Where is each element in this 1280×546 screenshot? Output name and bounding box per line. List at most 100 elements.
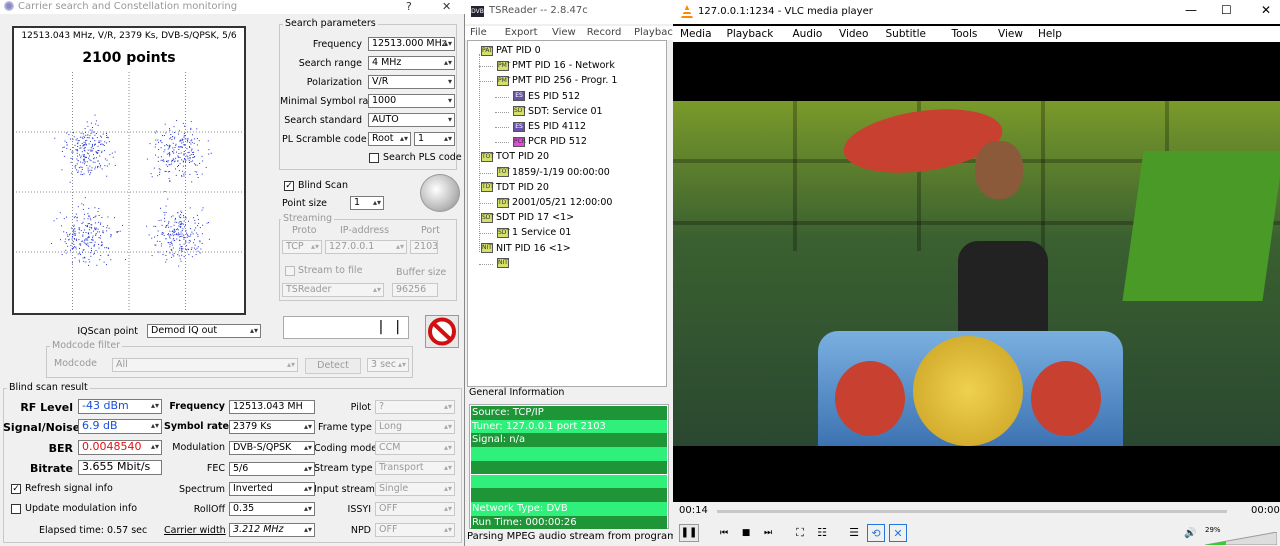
tree-item[interactable]: PMT PMT PID 256 - Progr. 1 <box>497 74 617 88</box>
search-range-label: Search range <box>298 58 362 69</box>
tsreader-menu-record[interactable]: Record <box>587 27 622 38</box>
constellation-point <box>171 243 173 244</box>
carrier-width-value: 3.212 MHz ▴▾ <box>229 523 315 537</box>
input-stream-select[interactable]: Single ▴▾ <box>375 482 455 496</box>
search-standard-select[interactable]: AUTO ▾ <box>368 113 455 127</box>
constellation-point <box>153 167 155 169</box>
proto-select[interactable]: TCP ▴▾ <box>282 240 322 254</box>
constellation-point <box>81 136 83 138</box>
buffer-size-input[interactable]: 96256 <box>392 283 438 297</box>
pl-scramble-value[interactable]: 1 ▴▾ <box>414 132 455 146</box>
tree-item[interactable]: TDT 2001/05/21 12:00:00 <box>497 196 612 210</box>
vlc-menu-subtitle[interactable]: Subtitle <box>886 28 927 40</box>
vlc-menu-view[interactable]: View <box>998 28 1023 40</box>
constellation-point <box>106 264 107 266</box>
tree-item[interactable]: SDT 1 Service 01 <box>497 226 571 240</box>
coding-mode-select[interactable]: CCM ▴▾ <box>375 441 455 455</box>
constellation-point <box>184 158 186 160</box>
tree-item[interactable]: PCR PCR PID 512 <box>513 135 587 149</box>
stream-type-select[interactable]: Transport ▴▾ <box>375 461 455 475</box>
timeout-select[interactable]: 3 sec ▴▾ <box>367 358 409 372</box>
blind-scan-checkbox[interactable]: ✓ <box>284 181 294 191</box>
tree-item[interactable]: NIT <box>497 257 512 271</box>
modulation-select[interactable]: DVB-S/QPSK ▴▾ <box>229 441 315 455</box>
vlc-menu-playback[interactable]: Playback <box>727 28 774 40</box>
constellation-point <box>171 256 173 258</box>
tree-item[interactable]: ES ES PID 4112 <box>513 120 586 134</box>
vlc-menu-tools[interactable]: Tools <box>952 28 978 40</box>
search-range-input[interactable]: 4 MHz ▴▾ <box>368 56 455 70</box>
frequency-input[interactable]: 12513.000 MHz ▴▾ <box>368 37 455 51</box>
tree-item-label: TOT PID 20 <box>496 151 550 163</box>
stream-to-file-checkbox[interactable] <box>285 266 295 276</box>
port-input[interactable]: 2103 <box>410 240 438 254</box>
seek-bar[interactable] <box>717 510 1227 513</box>
tree-item[interactable]: PMT PMT PID 16 - Network <box>497 59 615 73</box>
close-button[interactable]: ✕ <box>442 0 451 13</box>
constellation-point <box>193 242 195 244</box>
pilot-select[interactable]: ? ▴▾ <box>375 400 455 414</box>
tree-item[interactable]: PAT PAT PID 0 <box>481 44 541 58</box>
vlc-menu-media[interactable]: Media <box>680 28 712 40</box>
volume-slider[interactable] <box>1205 532 1277 545</box>
pl-scramble-mode[interactable]: Root ▴▾ <box>368 132 411 146</box>
vlc-close-button[interactable]: ✕ <box>1261 3 1271 17</box>
stop-button[interactable] <box>425 315 459 348</box>
tree-item[interactable]: SDT SDT PID 17 <1> <box>481 211 574 225</box>
issyi-select[interactable]: OFF ▴▾ <box>375 502 455 516</box>
detect-button[interactable]: Detect <box>305 358 361 374</box>
next-button[interactable]: ⏭ <box>759 524 777 542</box>
min-symbol-rate-select[interactable]: 1000 ▾ <box>368 94 455 108</box>
carrier-width-link[interactable]: Carrier width <box>164 525 226 536</box>
vlc-menu-video[interactable]: Video <box>839 28 868 40</box>
tsreader-menu-file[interactable]: File <box>470 27 487 38</box>
tree-item[interactable]: TOT 1859/-1/19 00:00:00 <box>497 166 610 180</box>
spectrum-select[interactable]: Inverted ▴▾ <box>229 482 315 496</box>
vlc-menu-audio[interactable]: Audio <box>793 28 823 40</box>
fec-select[interactable]: 5/6 ▴▾ <box>229 462 315 476</box>
rolloff-select[interactable]: 0.35 ▴▾ <box>229 502 315 516</box>
tree-item[interactable]: TOT TOT PID 20 <box>481 150 549 164</box>
extended-settings-button[interactable]: ☷ <box>813 524 831 542</box>
info-row <box>471 460 667 475</box>
disc-icon[interactable] <box>420 174 460 212</box>
tree-item[interactable]: ES ES PID 512 <box>513 90 580 104</box>
fullscreen-button[interactable]: ⛶ <box>791 524 809 542</box>
tree-item[interactable]: NIT NIT PID 16 <1> <box>481 242 571 256</box>
loop-button[interactable]: ⟲ <box>867 524 885 542</box>
constellation-point <box>74 230 76 232</box>
pause-button[interactable]: ❚❚ <box>679 524 699 542</box>
frame-type-select[interactable]: Long ▴▾ <box>375 420 455 434</box>
constellation-point <box>100 164 102 166</box>
shuffle-button[interactable]: ✕ <box>889 524 907 542</box>
vlc-menu-help[interactable]: Help <box>1038 28 1062 40</box>
tsreader-menu-view[interactable]: View <box>552 27 576 38</box>
constellation-point <box>66 144 68 146</box>
previous-button[interactable]: ⏮ <box>715 524 733 542</box>
maximize-button[interactable]: ☐ <box>1221 3 1232 17</box>
search-pls-checkbox[interactable] <box>369 153 379 163</box>
tsreader-menu-bar: FileExportViewRecordPlaybackP <box>465 26 700 40</box>
volume-icon[interactable]: 🔊 <box>1184 528 1196 539</box>
tsreader-menu-export[interactable]: Export <box>505 27 538 38</box>
iqscan-select[interactable]: Demod IQ out ▴▾ <box>147 324 261 338</box>
ip-input[interactable]: 127.0.0.1 ▴▾ <box>325 240 407 254</box>
polarization-select[interactable]: V/R ▾ <box>368 75 455 89</box>
stop-playback-button[interactable]: ■ <box>737 524 755 542</box>
modcode-select[interactable]: All ▴▾ <box>112 358 298 372</box>
tree-item[interactable]: TDT TDT PID 20 <box>481 181 549 195</box>
refresh-signal-checkbox[interactable]: ✓ <box>11 484 21 494</box>
constellation-point <box>191 256 193 258</box>
constellation-point <box>165 255 167 256</box>
point-size-input[interactable]: 1 ▴▾ <box>350 196 384 210</box>
constellation-point <box>74 234 76 236</box>
tree-item-label: 2001/05/21 12:00:00 <box>512 197 613 208</box>
playlist-button[interactable]: ☰ <box>845 524 863 542</box>
minimize-button[interactable]: — <box>1185 3 1197 17</box>
npd-select[interactable]: OFF ▴▾ <box>375 523 455 537</box>
help-button[interactable]: ? <box>406 0 412 13</box>
update-modulation-checkbox[interactable] <box>11 504 21 514</box>
tsreader-menu-playback[interactable]: Playback <box>634 27 679 38</box>
tree-item[interactable]: SDT SDT: Service 01 <box>513 105 603 119</box>
stream-target-select[interactable]: TSReader ▴▾ <box>282 283 384 297</box>
